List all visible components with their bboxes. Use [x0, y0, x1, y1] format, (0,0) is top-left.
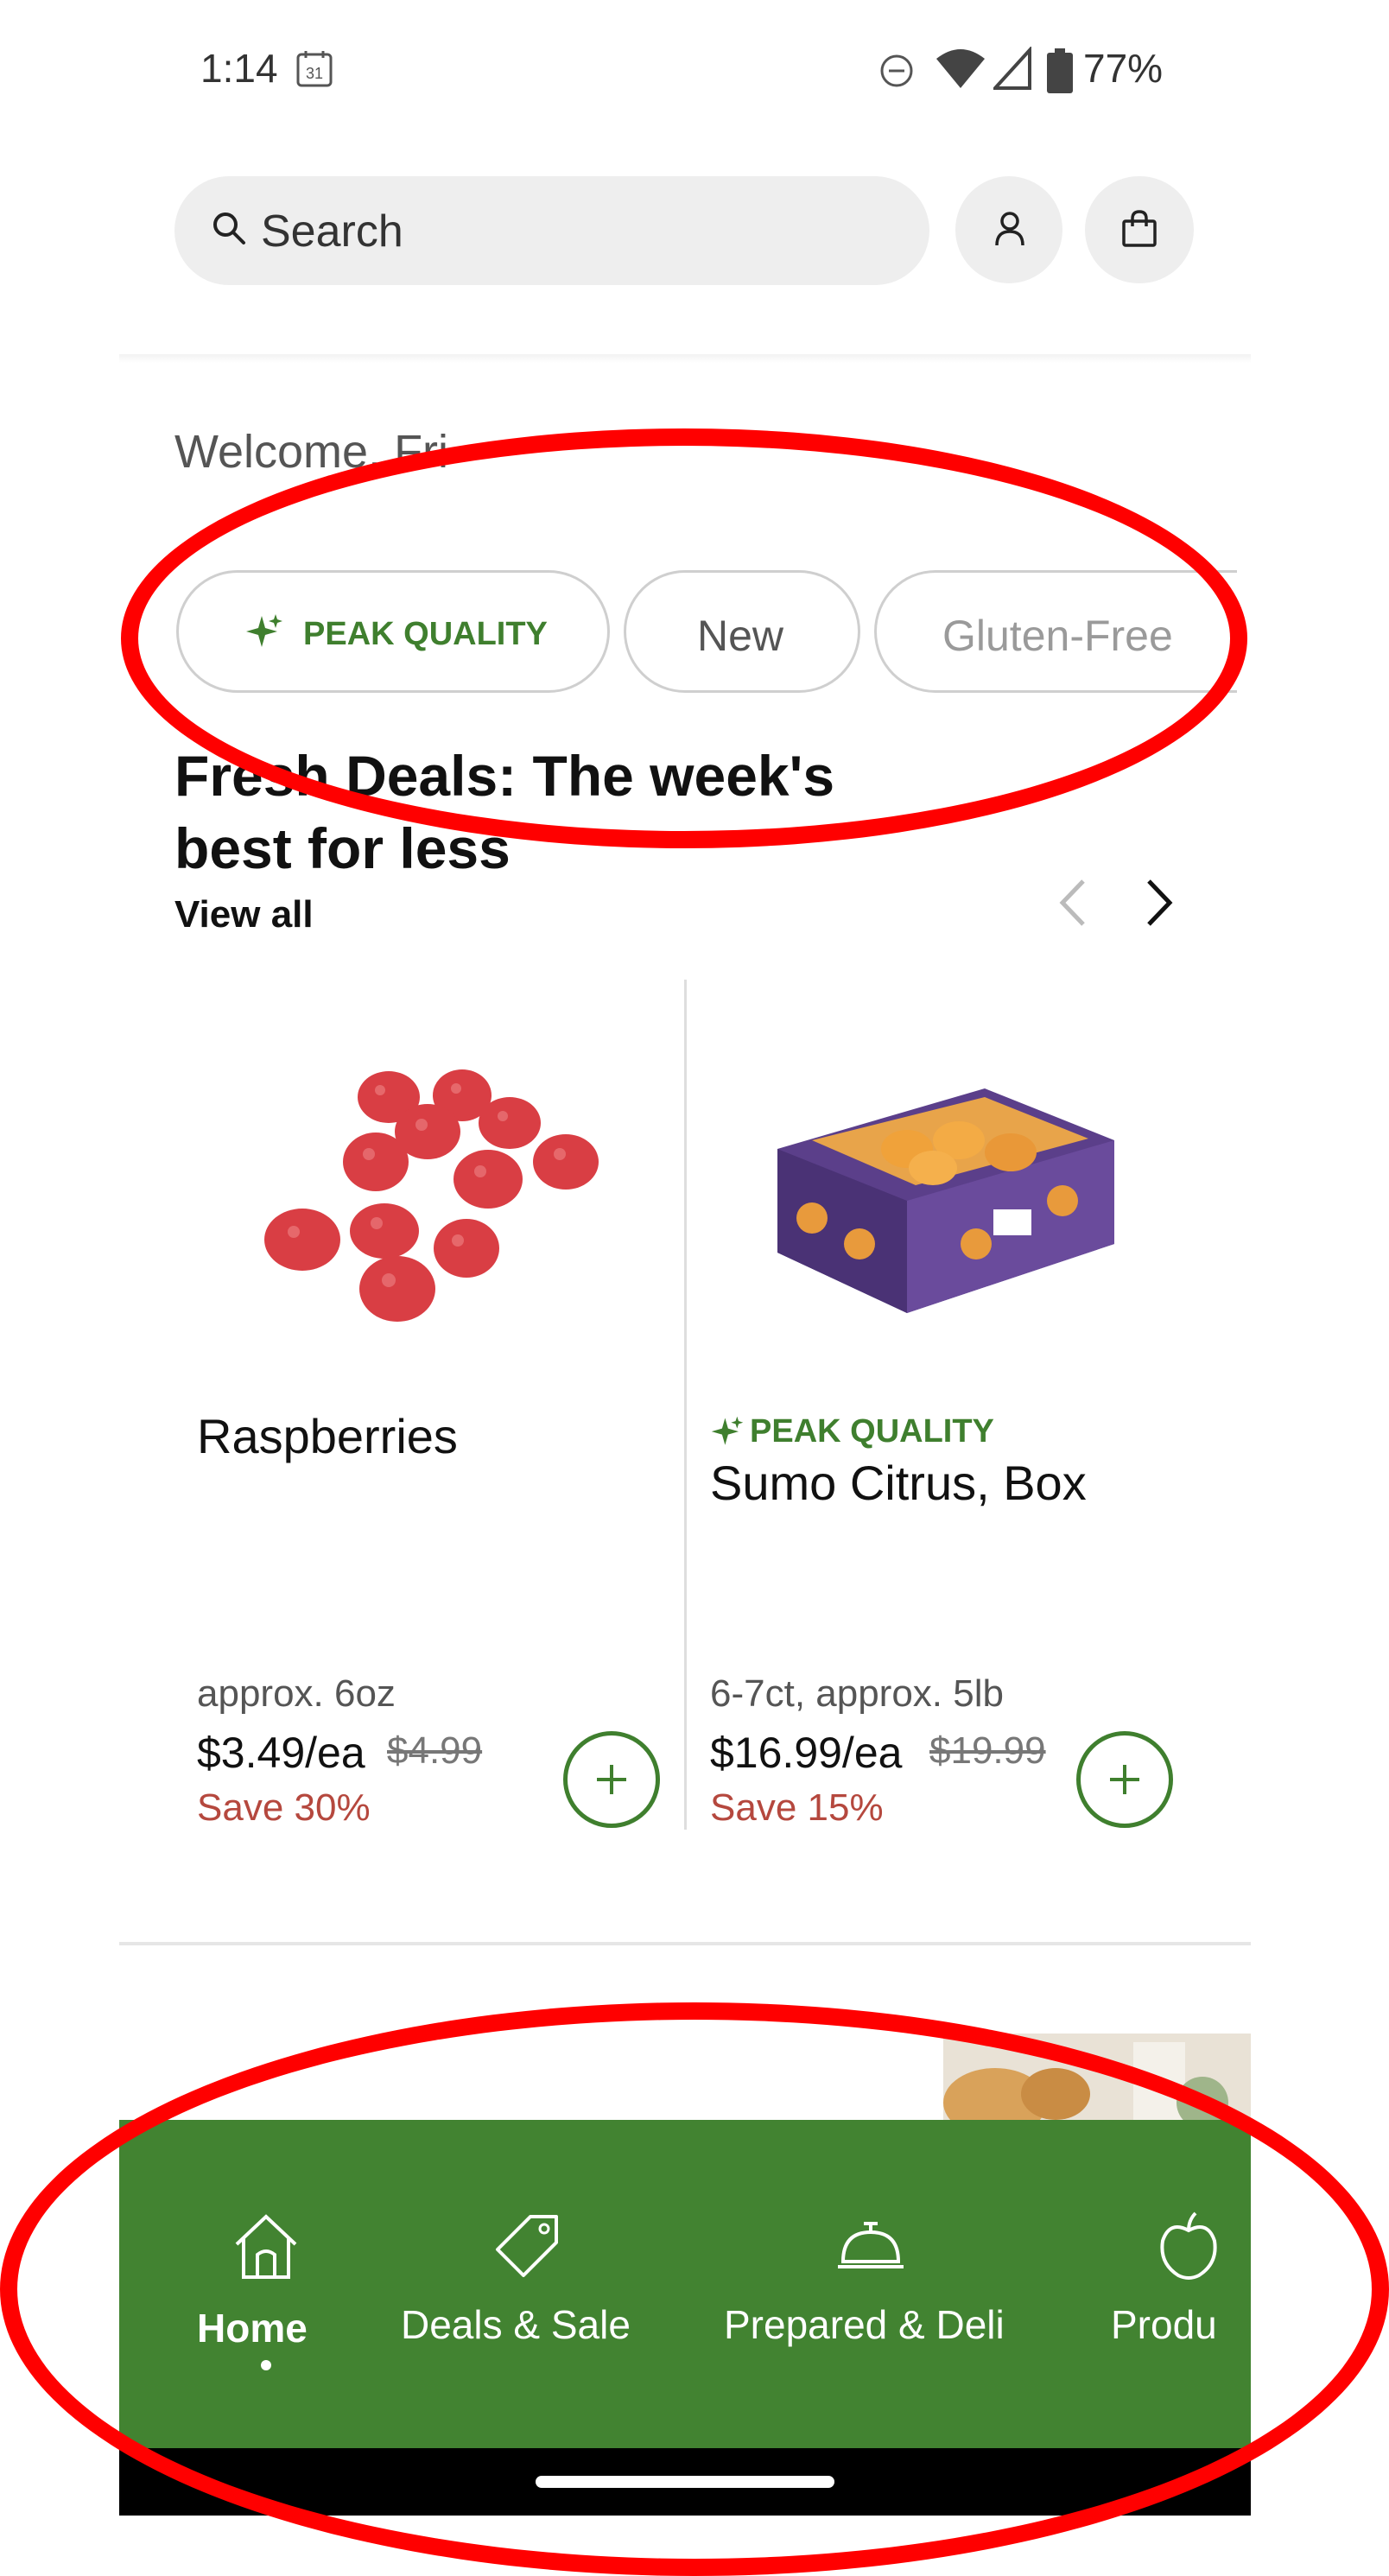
shopping-bag-icon — [1122, 210, 1157, 247]
battery-percent: 77% — [1083, 46, 1164, 91]
view-all-link[interactable]: View all — [174, 893, 314, 936]
product-save: Save 30% — [197, 1786, 371, 1829]
chevron-right-icon[interactable] — [1142, 878, 1177, 928]
search-icon — [213, 213, 245, 244]
add-to-cart-button[interactable] — [1076, 1731, 1173, 1828]
raspberries-image[interactable] — [251, 1063, 613, 1348]
product-name[interactable]: Sumo Citrus, Box — [710, 1455, 1087, 1511]
calendar-day: 31 — [306, 65, 323, 82]
product-price: $16.99/ea — [710, 1729, 903, 1777]
sparkle-icon — [711, 1416, 744, 1445]
signal-icon — [993, 47, 1031, 90]
do-not-disturb-icon — [880, 54, 913, 87]
section-divider — [119, 1942, 1251, 1945]
plus-icon — [597, 1765, 626, 1794]
product-was-price: $4.99 — [387, 1729, 483, 1772]
battery-icon — [1047, 48, 1073, 93]
account-button[interactable] — [955, 176, 1062, 283]
search-input[interactable]: Search — [261, 206, 403, 257]
product-size: 6-7ct, approx. 5lb — [710, 1672, 1004, 1715]
product-size: approx. 6oz — [197, 1672, 396, 1715]
chevron-left-icon[interactable] — [1056, 878, 1090, 928]
plus-icon — [1110, 1765, 1139, 1794]
status-time: 1:14 — [200, 46, 278, 91]
peak-quality-badge: PEAK QUALITY — [750, 1413, 994, 1450]
header-divider — [119, 354, 1251, 363]
calendar-icon: 31 — [296, 51, 333, 87]
sumo-citrus-box-image[interactable] — [760, 1071, 1132, 1348]
shopping-bag-button[interactable] — [1085, 176, 1194, 283]
wifi-icon — [936, 49, 985, 88]
add-to-cart-button[interactable] — [563, 1731, 660, 1828]
annotation-ellipse — [0, 2002, 1389, 2576]
user-icon — [995, 212, 1024, 246]
product-was-price: $19.99 — [929, 1729, 1046, 1772]
product-name[interactable]: Raspberries — [197, 1408, 458, 1464]
annotation-ellipse — [121, 428, 1247, 848]
product-price: $3.49/ea — [197, 1729, 365, 1777]
product-save: Save 15% — [710, 1786, 884, 1829]
card-divider — [684, 980, 687, 1830]
